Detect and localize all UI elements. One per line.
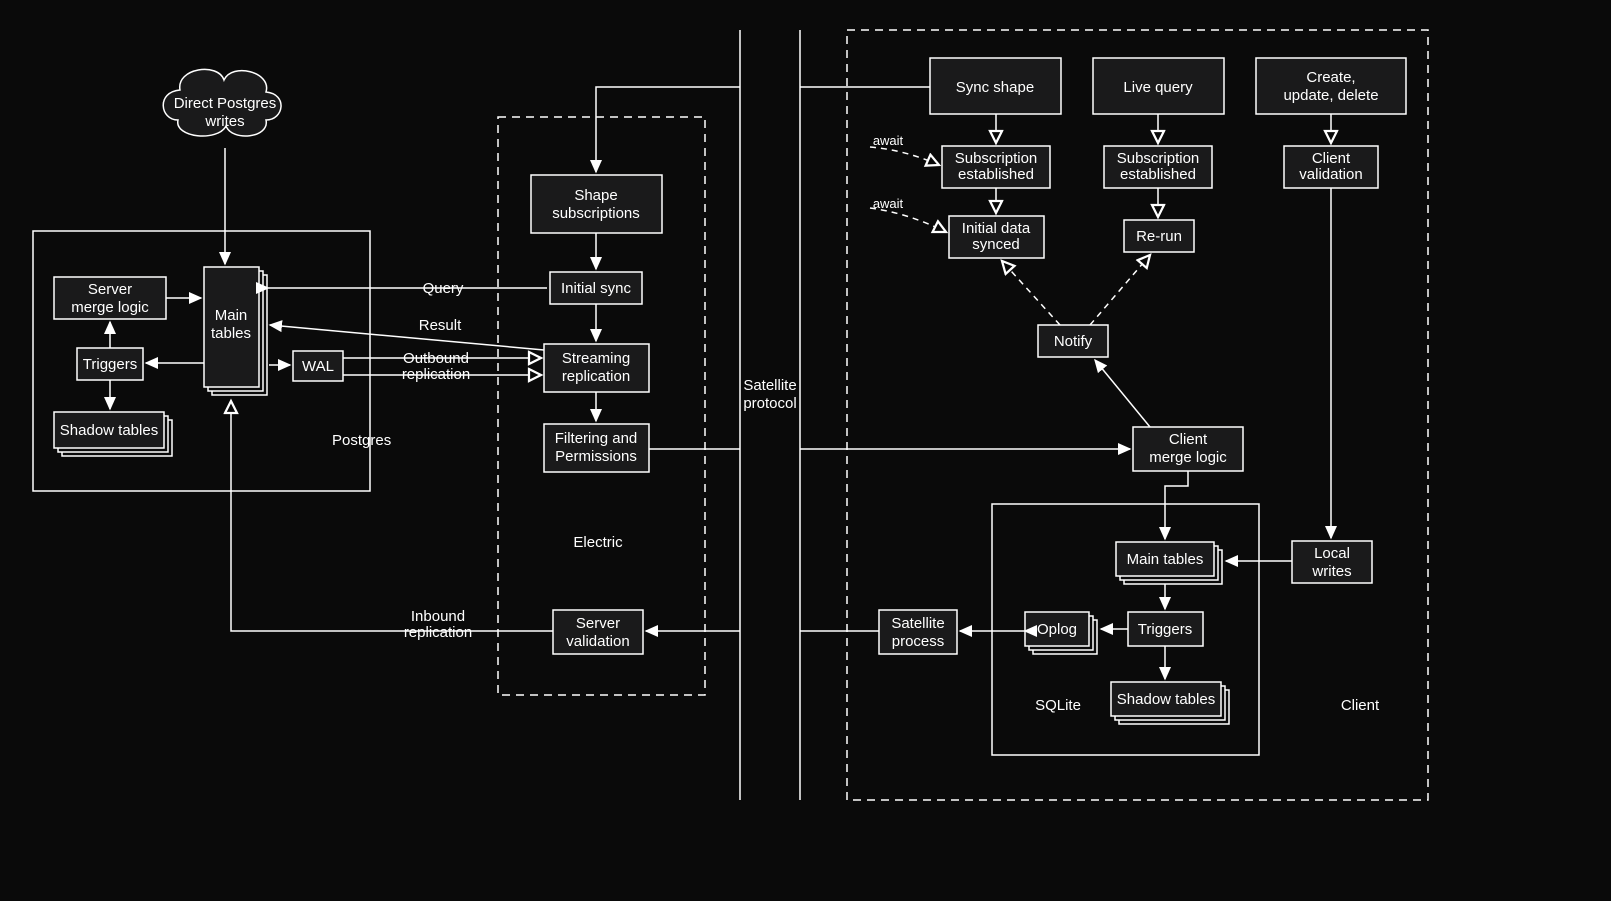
create-update-delete-box xyxy=(1256,58,1406,114)
svg-text:Shadow tables: Shadow tables xyxy=(60,422,158,439)
shape-subscriptions-box xyxy=(531,175,662,233)
architecture-diagram: Postgres Direct Postgreswrites Servermer… xyxy=(0,0,1611,901)
svg-text:Subscriptionestablished: Subscriptionestablished xyxy=(955,150,1038,183)
conn-sync-out2 xyxy=(596,87,740,172)
direct-postgres-writes-cloud: Direct Postgreswrites xyxy=(163,69,281,136)
svg-text:Filtering andPermissions: Filtering andPermissions xyxy=(555,430,638,465)
svg-text:WAL: WAL xyxy=(302,358,334,375)
conn-await-1 xyxy=(870,147,939,165)
svg-text:Oplog: Oplog xyxy=(1037,621,1077,638)
svg-text:Localwrites: Localwrites xyxy=(1311,545,1351,580)
sqlite-main-tables-box: Main tables xyxy=(1116,542,1222,584)
electric-title: Electric xyxy=(573,534,623,551)
svg-text:Result: Result xyxy=(419,317,462,334)
svg-text:Triggers: Triggers xyxy=(83,356,137,373)
svg-text:await: await xyxy=(873,196,904,211)
svg-text:Sync shape: Sync shape xyxy=(956,79,1034,96)
svg-text:Query: Query xyxy=(423,280,464,297)
svg-text:Initial sync: Initial sync xyxy=(561,280,632,297)
svg-text:Re-run: Re-run xyxy=(1136,228,1182,245)
sqlite-title: SQLite xyxy=(1035,697,1081,714)
svg-text:await: await xyxy=(873,133,904,148)
postgres-main-tables-box: Maintables xyxy=(204,267,267,395)
svg-text:Streamingreplication: Streamingreplication xyxy=(562,350,630,385)
svg-text:Live query: Live query xyxy=(1123,79,1193,96)
postgres-shadow-tables-box: Shadow tables xyxy=(54,412,172,456)
conn-cml-sqlite-main xyxy=(1165,471,1188,539)
svg-text:Shadow tables: Shadow tables xyxy=(1117,691,1215,708)
svg-text:Main tables: Main tables xyxy=(1127,551,1204,568)
svg-text:Satelliteprocess: Satelliteprocess xyxy=(891,615,944,650)
svg-text:Maintables: Maintables xyxy=(211,307,251,342)
client-title: Client xyxy=(1341,697,1380,714)
svg-text:Inboundreplication: Inboundreplication xyxy=(404,608,472,641)
svg-text:Notify: Notify xyxy=(1054,333,1093,350)
sqlite-oplog-box: Oplog xyxy=(1025,612,1097,654)
conn-await-2 xyxy=(870,208,946,232)
svg-text:Outboundreplication: Outboundreplication xyxy=(402,350,470,383)
conn-inbound xyxy=(231,401,553,631)
conn-cml-notify xyxy=(1095,360,1150,427)
conn-notify-ids xyxy=(1002,261,1060,325)
conn-result xyxy=(270,325,544,350)
svg-text:Satelliteprotocol: Satelliteprotocol xyxy=(743,377,796,412)
svg-text:Triggers: Triggers xyxy=(1138,621,1192,638)
postgres-title: Postgres xyxy=(332,432,391,449)
sqlite-shadow-tables-box: Shadow tables xyxy=(1111,682,1229,724)
conn-notify-rerun xyxy=(1090,255,1150,325)
svg-text:Subscriptionestablished: Subscriptionestablished xyxy=(1117,150,1200,183)
